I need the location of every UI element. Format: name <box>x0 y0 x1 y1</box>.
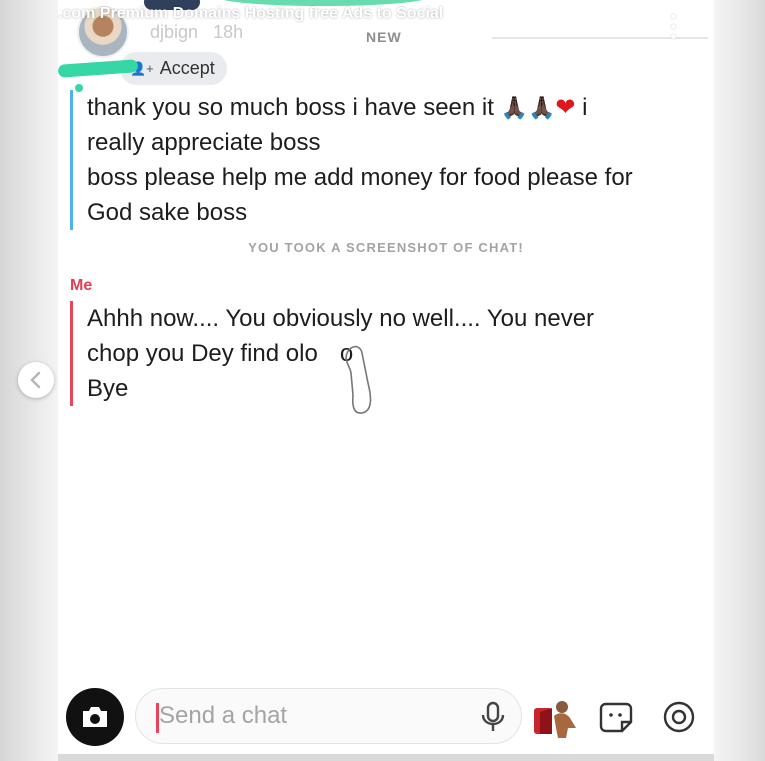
camera-button[interactable] <box>66 688 124 746</box>
time-ago: 18h <box>213 22 244 42</box>
new-label: NEW <box>366 29 402 45</box>
camera-icon <box>83 707 107 727</box>
message-line: Ahhh now.... You obviously no well.... Y… <box>87 305 595 332</box>
message-line: thank you so much boss i have seen it 🙏🏿… <box>87 90 707 125</box>
username: djbign <box>150 22 199 42</box>
watermark-text: .com Premium Domains Hosting free Ads to… <box>58 5 444 22</box>
heart-emoji: ❤ <box>555 94 576 121</box>
message-line: boss please help me add money for food p… <box>87 164 633 191</box>
chat-composer-bar: Send a chat <box>58 678 714 754</box>
touch-cursor-icon <box>345 345 372 414</box>
story-viewer: djbign 18h NEW 👤+ Accept thank you so mu… <box>58 0 714 761</box>
right-backdrop <box>714 0 765 761</box>
message-text: chop you Dey find olo <box>87 340 318 367</box>
my-message: Ahhh now.... You obviously no well.... Y… <box>70 301 707 406</box>
story-username-row: djbign 18h <box>150 22 243 43</box>
more-vertical-icon[interactable] <box>668 14 678 42</box>
bottom-edge <box>58 754 714 761</box>
message-line: really appreciate boss <box>87 129 321 156</box>
message-text: i <box>582 94 588 121</box>
message-line: chop you Dey find olo o <box>87 336 707 371</box>
sticker-icon[interactable] <box>598 700 634 734</box>
message-line: Bye <box>87 375 129 402</box>
games-icon[interactable] <box>662 700 696 734</box>
chat-input[interactable]: Send a chat <box>135 688 522 744</box>
previous-story-button[interactable] <box>18 362 54 398</box>
message-line: God sake boss <box>87 199 248 226</box>
chat-input-placeholder: Send a chat <box>159 702 288 729</box>
praying-hands-emoji: 🙏🏿🙏🏿 <box>500 95 556 120</box>
microphone-icon[interactable] <box>480 701 506 733</box>
me-label: Me <box>70 277 93 294</box>
bitmoji-icon[interactable] <box>532 698 578 738</box>
message-text: thank you so much boss i have seen it <box>87 94 494 121</box>
chevron-left-icon <box>30 371 41 389</box>
screenshot-notice: YOU TOOK A SCREENSHOT OF CHAT! <box>248 240 524 255</box>
accept-label: Accept <box>159 58 215 78</box>
friend-message: thank you so much boss i have seen it 🙏🏿… <box>70 90 707 230</box>
